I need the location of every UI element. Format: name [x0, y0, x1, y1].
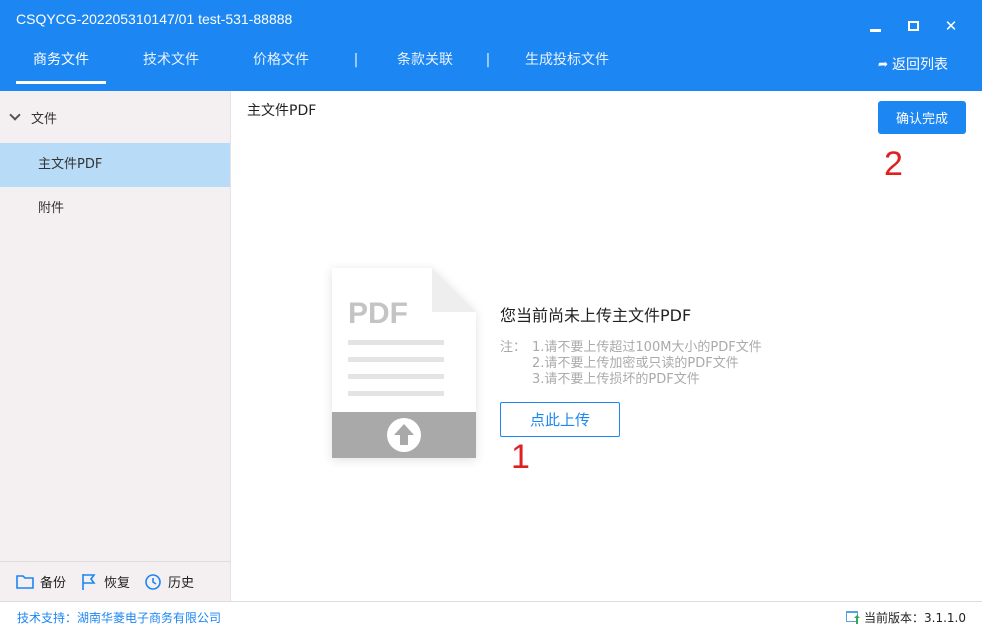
sidebar: 文件 主文件PDF 附件 备份 恢复 历史	[0, 91, 231, 601]
tab-separator: |	[353, 52, 359, 68]
upload-button[interactable]: 点此上传	[500, 402, 620, 437]
tab-separator: |	[485, 52, 491, 68]
tab-spacer	[106, 50, 126, 84]
annotation-mark-1: 1	[511, 438, 530, 476]
minimize-button[interactable]	[856, 14, 894, 38]
close-button[interactable]: ✕	[932, 14, 970, 38]
history-label: 历史	[168, 576, 195, 591]
upload-notes: 注： 1.请不要上传超过100M大小的PDF文件 2.请不要上传加密或只读的PD…	[500, 340, 762, 388]
restore-button[interactable]: 恢复	[80, 572, 130, 591]
note-2: 2.请不要上传加密或只读的PDF文件	[532, 356, 739, 371]
annotation-mark-2: 2	[884, 145, 903, 183]
back-to-list-link[interactable]: ➦ 返回列表	[878, 54, 948, 74]
maximize-icon	[907, 21, 919, 31]
tab-spacer	[216, 50, 236, 84]
tab-price-files[interactable]: 价格文件	[236, 50, 326, 84]
folder-icon	[16, 573, 34, 591]
window-controls: ✕	[856, 14, 970, 38]
page-title: 主文件PDF	[247, 103, 317, 119]
tree-root-files[interactable]: 文件	[0, 91, 230, 143]
upload-title: 您当前尚未上传主文件PDF	[500, 306, 692, 325]
tree-root-label: 文件	[31, 111, 58, 127]
restore-label: 恢复	[104, 576, 131, 591]
top-tabs: 商务文件 技术文件 价格文件 | 条款关联 | 生成投标文件	[16, 50, 622, 84]
notes-prefix: 注：	[500, 340, 527, 355]
history-button[interactable]: 历史	[144, 572, 194, 591]
chevron-down-icon	[9, 109, 21, 121]
pdf-document-icon: PDF	[332, 268, 476, 458]
backup-button[interactable]: 备份	[16, 572, 66, 591]
history-icon	[144, 573, 162, 591]
backup-label: 备份	[40, 576, 67, 591]
note-3: 3.请不要上传损坏的PDF文件	[532, 372, 700, 387]
tree-item-main-pdf[interactable]: 主文件PDF	[0, 143, 230, 187]
tree-item-attachments[interactable]: 附件	[0, 187, 230, 231]
note-1: 1.请不要上传超过100M大小的PDF文件	[532, 340, 762, 355]
maximize-button[interactable]	[894, 14, 932, 38]
title-bar: CSQYCG-202205310147/01 test-531-88888 ✕ …	[0, 0, 982, 91]
update-icon	[845, 610, 861, 625]
tab-clause-association[interactable]: 条款关联	[386, 50, 464, 84]
minimize-icon	[869, 28, 881, 32]
pdf-label: PDF	[348, 297, 408, 330]
version-label: 当前版本：3.1.1.0	[864, 611, 966, 625]
tab-technical-files[interactable]: 技术文件	[126, 50, 216, 84]
tech-support-text: 技术支持：湖南华菱电子商务有限公司	[17, 611, 222, 625]
version-info: 当前版本：3.1.1.0	[845, 609, 966, 626]
status-bar: 技术支持：湖南华菱电子商务有限公司 当前版本：3.1.1.0	[0, 601, 982, 632]
share-arrow-icon: ➦	[877, 57, 888, 71]
tab-generate-bid-file[interactable]: 生成投标文件	[512, 50, 622, 84]
close-icon: ✕	[944, 17, 958, 35]
sidebar-footer: 备份 恢复 历史	[0, 561, 231, 601]
tab-business-files[interactable]: 商务文件	[16, 50, 106, 84]
window-title: CSQYCG-202205310147/01 test-531-88888	[16, 11, 293, 27]
flag-icon	[80, 573, 98, 591]
back-to-list-label: 返回列表	[892, 57, 948, 73]
confirm-complete-button[interactable]: 确认完成	[878, 101, 966, 134]
